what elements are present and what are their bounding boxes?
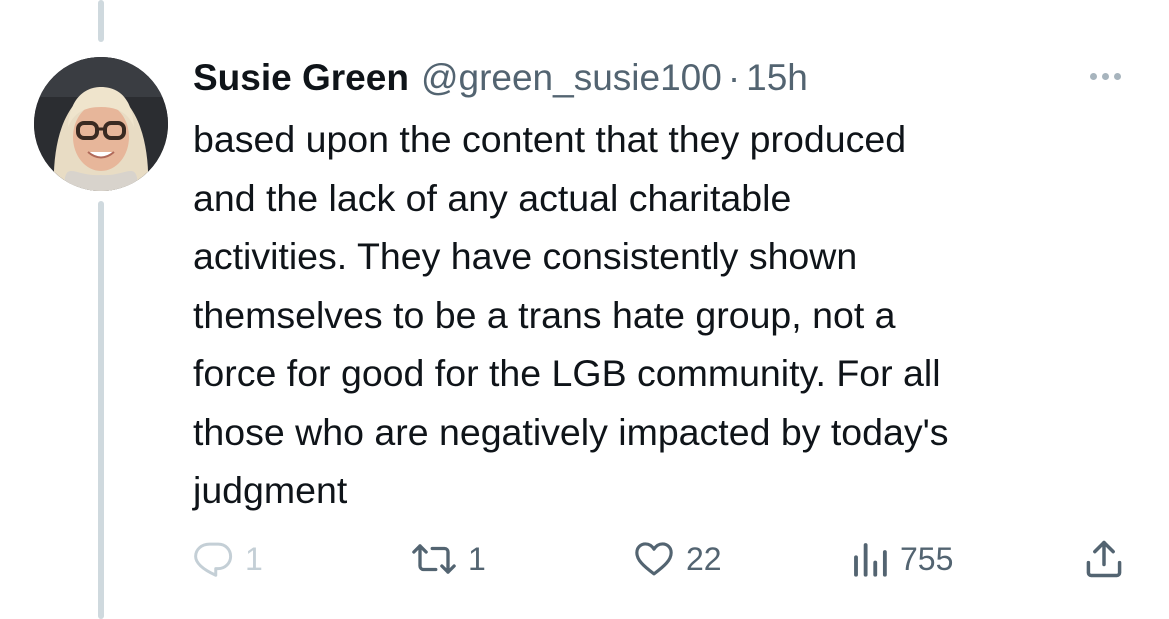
share-icon	[1086, 540, 1122, 578]
more-options-button[interactable]	[1080, 62, 1130, 90]
more-horizontal-icon-dot	[1089, 72, 1097, 80]
user-handle[interactable]: @green_susie100	[421, 57, 722, 99]
avatar[interactable]	[34, 57, 168, 191]
avatar-photo	[34, 57, 168, 191]
retweet-count: 1	[468, 540, 486, 577]
reply-button[interactable]: 1	[193, 534, 263, 584]
views-bar-chart-icon	[854, 543, 887, 577]
reply-icon	[194, 542, 233, 577]
reply-count: 1	[245, 540, 263, 577]
more-horizontal-icon-dot	[1113, 72, 1121, 80]
display-name[interactable]: Susie Green	[193, 57, 409, 99]
separator-dot: ·	[727, 57, 741, 98]
views-button[interactable]: 755	[850, 534, 953, 584]
thread-line-top	[98, 0, 104, 42]
more-horizontal-icon-dot	[1101, 72, 1109, 80]
tweet-text: based upon the content that they produce…	[193, 118, 949, 511]
tweet-actions: 1 1 22 755	[0, 534, 1169, 584]
like-count: 22	[686, 540, 722, 577]
view-count: 755	[900, 540, 954, 577]
tweet-header: Susie Green @green_susie100 · 15h	[193, 52, 808, 104]
like-button[interactable]: 22	[632, 534, 722, 584]
retweet-icon	[412, 544, 456, 574]
share-button[interactable]	[1082, 534, 1126, 584]
heart-icon	[635, 542, 673, 576]
timestamp[interactable]: 15h	[746, 57, 808, 99]
retweet-button[interactable]: 1	[410, 534, 486, 584]
